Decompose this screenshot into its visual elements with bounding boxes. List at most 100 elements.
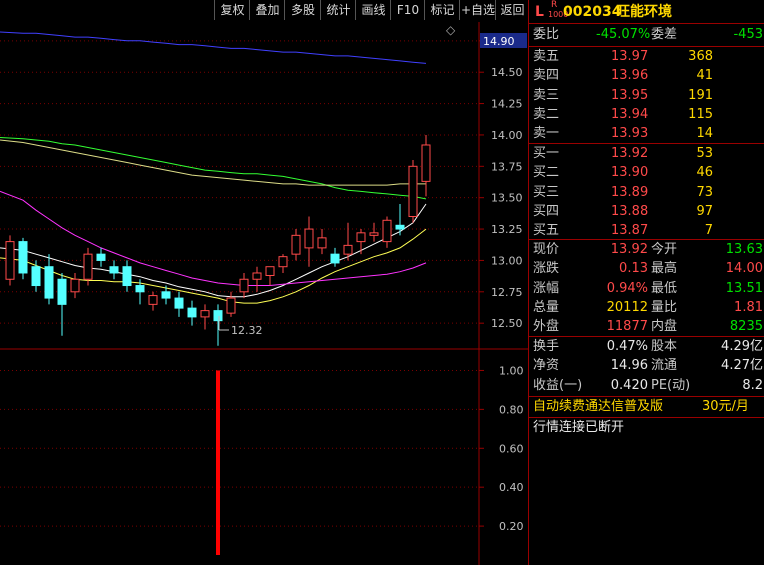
- candle: [317, 229, 327, 255]
- price-tick-label: 13.75: [491, 160, 523, 173]
- candle-body: [44, 266, 54, 299]
- ask-row: 卖二 13.94 115: [529, 106, 764, 124]
- candle-body: [187, 307, 197, 318]
- bid-row: 买四 13.88 97: [529, 203, 764, 221]
- quote-value: 1.81: [734, 299, 763, 315]
- ask-price: 13.95: [611, 87, 649, 103]
- bid-row: 买二 13.90 46: [529, 164, 764, 182]
- status-row: 行情连接已断开: [529, 419, 764, 437]
- bid-row: 买三 13.89 73: [529, 184, 764, 202]
- toolbar-button-5[interactable]: F10: [390, 0, 425, 20]
- bid-price: 13.88: [611, 203, 649, 219]
- ask-price: 13.93: [611, 126, 649, 142]
- volume-tick-label: 0.80: [499, 403, 524, 416]
- candle-body: [369, 232, 379, 236]
- candle: [96, 247, 106, 267]
- bid-row: 买一 13.92 53: [529, 145, 764, 163]
- ask-label: 卖四: [533, 68, 560, 84]
- candle-body: [96, 253, 106, 261]
- toolbar-button-7[interactable]: +自选: [459, 0, 496, 20]
- ask-volume: 368: [688, 49, 713, 64]
- promo-price[interactable]: 30元/月: [702, 398, 749, 416]
- volume-tick-label: 0.20: [499, 520, 524, 533]
- candle: [31, 260, 41, 292]
- bid-volume: 46: [696, 165, 713, 181]
- ask-label: 卖二: [533, 106, 560, 122]
- candle-body: [226, 297, 236, 314]
- price-tick-label: 13.25: [491, 223, 523, 236]
- bid-price: 13.90: [611, 165, 649, 181]
- candle-body: [213, 310, 223, 322]
- bid-volume: 97: [696, 203, 713, 219]
- candle-body: [122, 266, 132, 287]
- candle: [109, 260, 119, 280]
- diamond-icon[interactable]: ◇: [446, 23, 456, 37]
- ask-row: 卖四 13.96 41: [529, 67, 764, 85]
- stat-label: 股本: [651, 339, 678, 354]
- candle: [44, 254, 54, 305]
- candle: [122, 260, 132, 292]
- candlesticks: [5, 134, 431, 346]
- stat-value: 0.420: [610, 377, 648, 393]
- price-tick-label: 13.50: [491, 192, 523, 205]
- candle-body: [252, 272, 262, 280]
- quote-value: 13.92: [610, 242, 648, 257]
- candle: [70, 272, 80, 299]
- promo-row[interactable]: 自动续费通达信普及版 30元/月: [529, 398, 764, 416]
- quote-label: 涨幅: [533, 280, 560, 296]
- candle: [18, 237, 28, 280]
- toolbar-button-4[interactable]: 画线: [355, 0, 391, 20]
- promo-text[interactable]: 自动续费通达信普及版: [533, 398, 663, 416]
- ask-label: 卖三: [533, 87, 560, 103]
- quote-label: 今开: [651, 242, 678, 257]
- candle: [226, 291, 236, 317]
- quote-value: 13.63: [725, 242, 763, 257]
- current-price-label: 14.90: [483, 35, 515, 48]
- quote-value: 8235: [729, 319, 763, 335]
- candle-body: [135, 285, 145, 293]
- candle-body: [200, 310, 210, 318]
- toolbar-button-0[interactable]: 复权: [214, 0, 250, 20]
- entrust-diff-label: 委差: [651, 27, 678, 42]
- candle: [330, 247, 340, 267]
- candle: [252, 266, 262, 292]
- candle-body: [70, 278, 80, 293]
- ask-volume: 14: [696, 126, 713, 142]
- quote-label: 量比: [651, 299, 678, 315]
- stat-label: 流通: [651, 358, 678, 374]
- toolbar-button-2[interactable]: 多股: [284, 0, 321, 20]
- candle-body: [408, 165, 418, 218]
- quote-value: 20112: [606, 299, 648, 315]
- candle: [200, 304, 210, 330]
- quote-label: 涨跌: [533, 261, 560, 277]
- quote-row: 总量 20112 量比 1.81: [529, 299, 764, 317]
- volume-bars: [216, 370, 220, 555]
- toolbar-button-8[interactable]: 返回: [495, 0, 529, 20]
- toolbar-button-3[interactable]: 统计: [320, 0, 356, 20]
- connection-status: 行情连接已断开: [533, 420, 625, 435]
- ma-line-3: [0, 137, 427, 200]
- bid-price: 13.89: [611, 184, 649, 200]
- price-tick-label: 13.00: [491, 254, 523, 267]
- candle: [187, 300, 197, 326]
- stat-value: 8.2: [742, 377, 763, 393]
- bid-price: 13.87: [611, 223, 649, 239]
- stat-value: 0.47%: [606, 339, 648, 354]
- quote-panel: L R 1000 002034 旺能环境 委比 -45.07% 委差 -453 …: [528, 0, 764, 565]
- entrust-ratio-label: 委比: [533, 27, 560, 42]
- toolbar-button-6[interactable]: 标记: [424, 0, 460, 20]
- candle-body: [57, 278, 67, 305]
- ask-volume: 115: [688, 106, 713, 122]
- ask-label: 卖五: [533, 49, 560, 64]
- bid-volume: 53: [696, 146, 713, 161]
- ask-price: 13.94: [611, 106, 649, 122]
- ask-row: 卖三 13.95 191: [529, 87, 764, 105]
- price-tick-label: 14.50: [491, 66, 523, 79]
- chart-area[interactable]: 14.7514.5014.2514.0013.7513.5013.2513.00…: [0, 0, 528, 565]
- stat-label: 换手: [533, 339, 560, 354]
- price-tick-label: 12.75: [491, 286, 523, 299]
- toolbar-button-1[interactable]: 叠加: [249, 0, 285, 20]
- candle-body: [304, 228, 314, 249]
- stock-code: 002034: [563, 4, 622, 20]
- stat-label: 净资: [533, 358, 560, 374]
